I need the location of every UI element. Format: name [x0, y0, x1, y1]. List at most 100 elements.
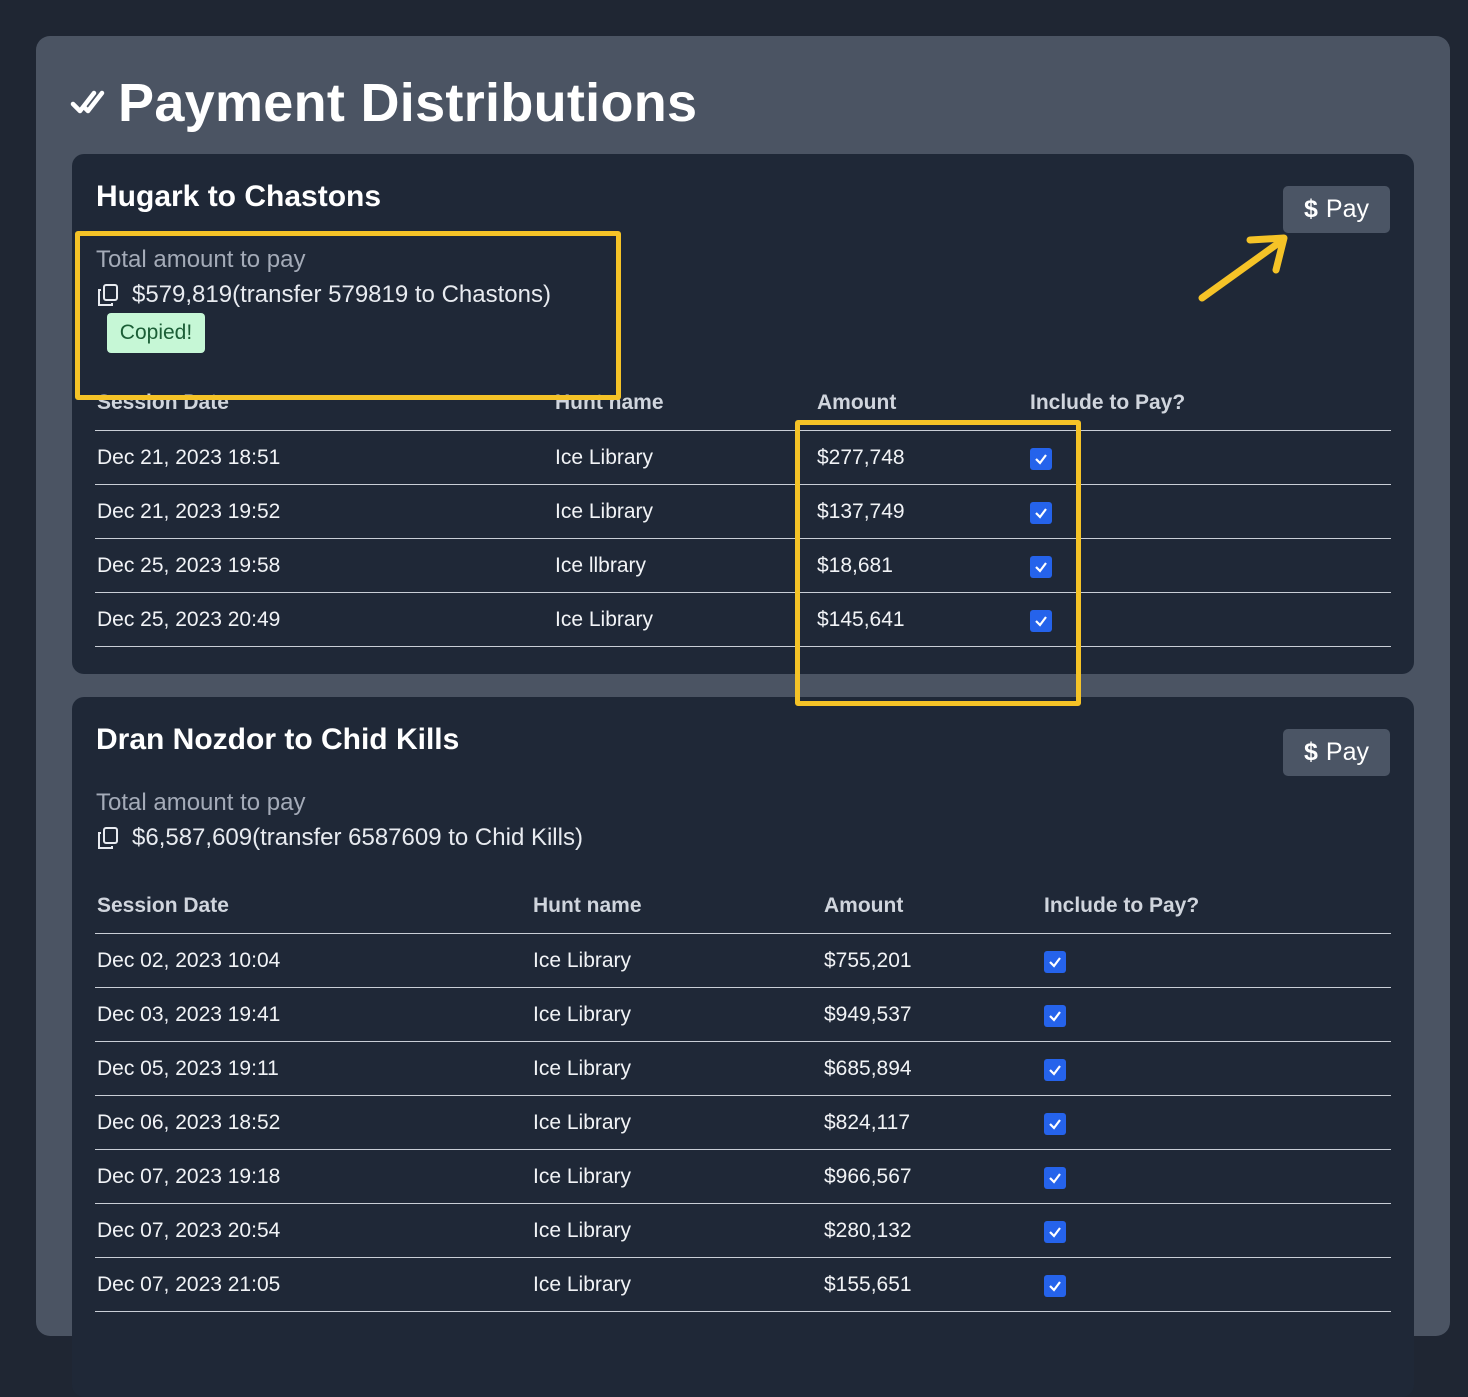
session-date: Dec 25, 2023 20:49 — [95, 592, 553, 647]
session-date: Dec 07, 2023 19:18 — [95, 1149, 531, 1204]
copy-icon[interactable] — [96, 826, 120, 850]
table-row: Dec 03, 2023 19:41 Ice Library $949,537 — [95, 987, 1391, 1042]
amount: $137,749 — [815, 484, 1028, 539]
total-amount-value: $6,587,609(transfer 6587609 to Chid Kill… — [132, 824, 583, 851]
include-checkbox[interactable] — [1044, 1274, 1066, 1297]
table-row: Dec 07, 2023 20:54 Ice Library $280,132 — [95, 1203, 1391, 1258]
amount: $824,117 — [822, 1095, 1042, 1150]
checkmark-icon — [1049, 956, 1061, 968]
pay-button[interactable]: $ Pay — [1283, 186, 1390, 233]
hunt-name: Ice Library — [531, 987, 822, 1042]
hunt-name: Ice Library — [553, 484, 815, 539]
session-date: Dec 21, 2023 18:51 — [95, 430, 553, 485]
checkmark-icon — [1049, 1118, 1061, 1130]
dollar-icon: $ — [1304, 738, 1318, 766]
hunt-name: Ice Library — [553, 592, 815, 647]
checkmark-icon — [1049, 1226, 1061, 1238]
column-header-include: Include to Pay? — [1028, 376, 1391, 431]
pay-button-label: Pay — [1325, 195, 1369, 223]
hunt-name: Ice Library — [531, 1149, 822, 1204]
table-row: Dec 07, 2023 19:18 Ice Library $966,567 — [95, 1149, 1391, 1204]
checkmark-icon — [1049, 1172, 1061, 1184]
table-row: Dec 21, 2023 19:52 Ice Library $137,749 — [95, 484, 1391, 539]
hunt-name: Ice Library — [531, 1041, 822, 1096]
hunt-name: Ice Library — [531, 1095, 822, 1150]
session-date: Dec 07, 2023 21:05 — [95, 1257, 531, 1312]
checkmark-icon — [1049, 1064, 1061, 1076]
double-check-icon — [70, 90, 105, 114]
include-checkbox[interactable] — [1044, 1004, 1066, 1027]
pay-button[interactable]: $ Pay — [1283, 729, 1390, 776]
checkmark-icon — [1049, 1280, 1061, 1292]
include-checkbox[interactable] — [1030, 609, 1052, 632]
amount: $685,894 — [822, 1041, 1042, 1096]
sessions-table: Session Date Hunt name Amount Include to… — [95, 879, 1391, 1312]
table-row: Dec 25, 2023 19:58 Ice llbrary $18,681 — [95, 538, 1391, 593]
total-amount-value: $579,819(transfer 579819 to Chastons) — [132, 281, 551, 308]
amount: $145,641 — [815, 592, 1028, 647]
table-header-row: Session Date Hunt name Amount Include to… — [95, 376, 1391, 431]
session-date: Dec 06, 2023 18:52 — [95, 1095, 531, 1150]
checkmark-icon — [1035, 561, 1047, 573]
amount: $18,681 — [815, 538, 1028, 593]
checkmark-icon — [1035, 453, 1047, 465]
total-label: Total amount to pay — [96, 246, 306, 273]
checkmark-icon — [1049, 1010, 1061, 1022]
column-header-session-date: Session Date — [95, 879, 531, 934]
page-header: Payment Distributions — [70, 72, 697, 134]
annotation-arrow-icon — [1198, 234, 1288, 302]
column-header-hunt-name: Hunt name — [531, 879, 822, 934]
session-date: Dec 05, 2023 19:11 — [95, 1041, 531, 1096]
dollar-icon: $ — [1304, 195, 1318, 223]
page-title: Payment Distributions — [118, 73, 698, 133]
amount: $949,537 — [822, 987, 1042, 1042]
table-row: Dec 06, 2023 18:52 Ice Library $824,117 — [95, 1095, 1391, 1150]
total-amount: $579,819(transfer 579819 to Chastons) — [96, 281, 551, 309]
session-date: Dec 02, 2023 10:04 — [95, 933, 531, 988]
amount: $755,201 — [822, 933, 1042, 988]
table-row: Dec 21, 2023 18:51 Ice Library $277,748 — [95, 430, 1391, 485]
include-checkbox[interactable] — [1044, 1058, 1066, 1081]
amount: $280,132 — [822, 1203, 1042, 1258]
sessions-table: Session Date Hunt name Amount Include to… — [95, 376, 1391, 647]
column-header-session-date: Session Date — [95, 376, 553, 431]
include-checkbox[interactable] — [1044, 1112, 1066, 1135]
card-title: Dran Nozdor to Chid Kills — [96, 723, 460, 756]
amount: $155,651 — [822, 1257, 1042, 1312]
hunt-name: Ice Library — [553, 430, 815, 485]
include-checkbox[interactable] — [1044, 1166, 1066, 1189]
table-row: Dec 05, 2023 19:11 Ice Library $685,894 — [95, 1041, 1391, 1096]
table-row: Dec 07, 2023 21:05 Ice Library $155,651 — [95, 1257, 1391, 1312]
hunt-name: Ice llbrary — [553, 538, 815, 593]
card-title: Hugark to Chastons — [96, 180, 382, 213]
hunt-name: Ice Library — [531, 1257, 822, 1312]
include-checkbox[interactable] — [1030, 447, 1052, 470]
column-header-amount: Amount — [822, 879, 1042, 934]
amount: $966,567 — [822, 1149, 1042, 1204]
include-checkbox[interactable] — [1030, 501, 1052, 524]
checkmark-icon — [1035, 615, 1047, 627]
column-header-amount: Amount — [815, 376, 1028, 431]
include-checkbox[interactable] — [1030, 555, 1052, 578]
table-header-row: Session Date Hunt name Amount Include to… — [95, 879, 1391, 934]
session-date: Dec 03, 2023 19:41 — [95, 987, 531, 1042]
table-row: Dec 02, 2023 10:04 Ice Library $755,201 — [95, 933, 1391, 988]
session-date: Dec 21, 2023 19:52 — [95, 484, 553, 539]
session-date: Dec 07, 2023 20:54 — [95, 1203, 531, 1258]
column-header-hunt-name: Hunt name — [553, 376, 815, 431]
include-checkbox[interactable] — [1044, 950, 1066, 973]
total-label: Total amount to pay — [96, 789, 306, 816]
copied-badge: Copied! — [107, 313, 205, 353]
hunt-name: Ice Library — [531, 1203, 822, 1258]
distribution-card: Dran Nozdor to Chid Kills $ Pay Total am… — [72, 697, 1414, 1397]
pay-button-label: Pay — [1325, 738, 1369, 766]
session-date: Dec 25, 2023 19:58 — [95, 538, 553, 593]
hunt-name: Ice Library — [531, 933, 822, 988]
include-checkbox[interactable] — [1044, 1220, 1066, 1243]
column-header-include: Include to Pay? — [1042, 879, 1391, 934]
amount: $277,748 — [815, 430, 1028, 485]
total-amount: $6,587,609(transfer 6587609 to Chid Kill… — [96, 824, 583, 852]
checkmark-icon — [1035, 507, 1047, 519]
table-row: Dec 25, 2023 20:49 Ice Library $145,641 — [95, 592, 1391, 647]
copy-icon[interactable] — [96, 283, 120, 307]
